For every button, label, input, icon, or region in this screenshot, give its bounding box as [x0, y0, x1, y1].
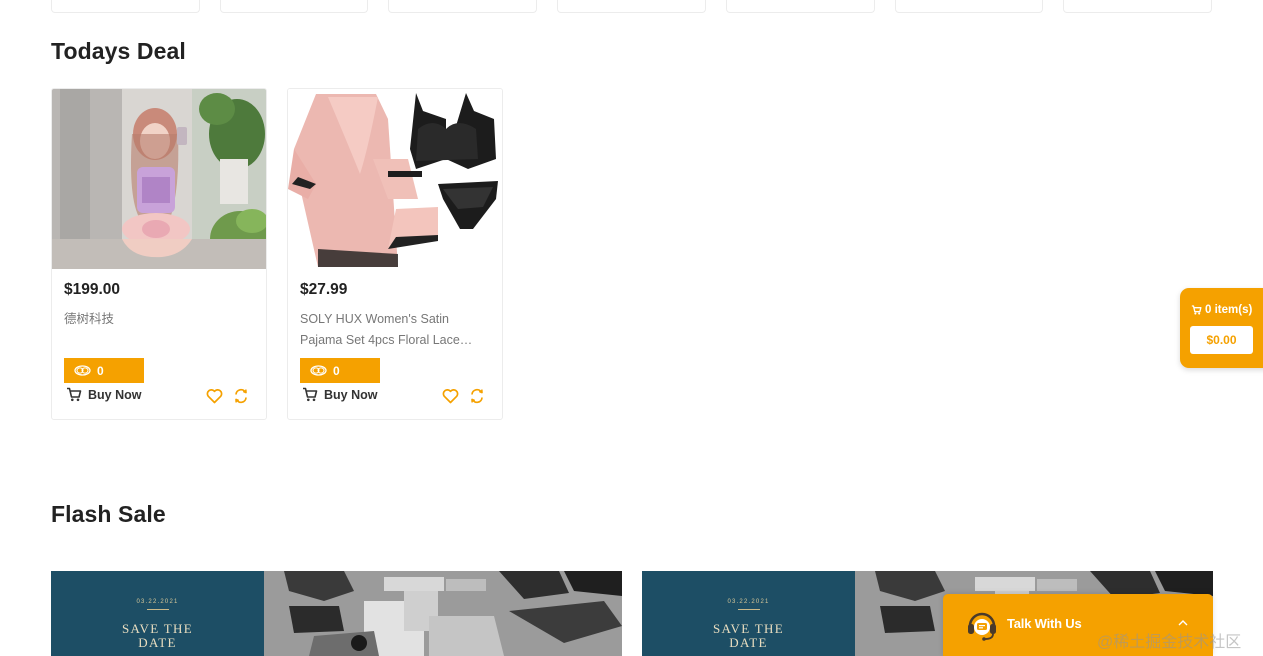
side-cart-widget[interactable]: 0 item(s) $0.00: [1180, 288, 1263, 368]
buy-now-label: Buy Now: [88, 387, 142, 402]
banner-photo: [264, 571, 622, 656]
heart-icon[interactable]: [206, 388, 223, 404]
category-strip: [51, 0, 1213, 13]
product-image[interactable]: [288, 89, 502, 269]
banner-text-panel: 03.22.2021 SAVE THE DATE: [642, 571, 855, 656]
product-price: $199.00: [64, 281, 121, 298]
flash-sale-title: Flash Sale: [51, 501, 166, 527]
product-card[interactable]: $199.00 德树科技 0 Buy Now: [51, 88, 267, 420]
banner-text-panel: 03.22.2021 SAVE THE DATE: [51, 571, 264, 656]
banner-date: 03.22.2021: [136, 599, 179, 605]
banner-headline-line1: SAVE THE: [713, 621, 784, 636]
cart-icon: [303, 387, 318, 402]
banner-date: 03.22.2021: [727, 599, 770, 605]
heart-icon[interactable]: [442, 388, 459, 404]
cart-icon: [67, 387, 82, 402]
headset-icon: [968, 612, 996, 641]
coin-icon: [310, 365, 327, 376]
coin-icon: [74, 365, 91, 376]
banner-divider: [147, 609, 169, 610]
category-card[interactable]: [51, 0, 200, 13]
buy-now-button[interactable]: Buy Now: [66, 387, 141, 402]
buy-now-label: Buy Now: [324, 387, 378, 402]
side-cart-items: 0 item(s): [1205, 304, 1253, 316]
product-name[interactable]: 德树科技: [64, 309, 250, 351]
side-cart-total: $0.00: [1190, 326, 1253, 354]
product-price: $27.99: [300, 281, 348, 298]
cart-icon: [1191, 305, 1202, 315]
chevron-up-icon[interactable]: [1177, 618, 1189, 628]
product-name[interactable]: SOLY HUX Women's Satin Pajama Set 4pcs F…: [300, 309, 486, 351]
category-card[interactable]: [894, 0, 1044, 13]
todays-deal-title: Todays Deal: [51, 38, 186, 64]
chat-label: Talk With Us: [1007, 616, 1082, 631]
side-cart-count: 0 item(s): [1191, 304, 1252, 316]
category-card[interactable]: [219, 0, 369, 13]
banner-divider: [738, 609, 760, 610]
points-badge: 0: [64, 358, 144, 383]
compare-icon[interactable]: [233, 388, 249, 404]
watermark: @稀土掘金技术社区: [1097, 634, 1242, 651]
buy-now-button[interactable]: Buy Now: [302, 387, 377, 402]
points-value: 0: [97, 363, 104, 378]
category-card[interactable]: [557, 0, 706, 13]
flash-sale-banner[interactable]: 03.22.2021 SAVE THE DATE: [51, 571, 622, 656]
category-card[interactable]: [1063, 0, 1213, 13]
product-card[interactable]: $27.99 SOLY HUX Women's Satin Pajama Set…: [287, 88, 503, 420]
points-badge: 0: [300, 358, 380, 383]
product-image[interactable]: [52, 89, 266, 269]
points-value: 0: [333, 363, 340, 378]
banner-headline: SAVE THE DATE: [642, 622, 855, 650]
category-card[interactable]: [388, 0, 538, 13]
category-card[interactable]: [725, 0, 875, 13]
banner-headline-line2: DATE: [138, 635, 177, 650]
banner-headline-line1: SAVE THE: [122, 621, 193, 636]
compare-icon[interactable]: [469, 388, 485, 404]
banner-headline: SAVE THE DATE: [51, 622, 264, 650]
banner-headline-line2: DATE: [729, 635, 768, 650]
